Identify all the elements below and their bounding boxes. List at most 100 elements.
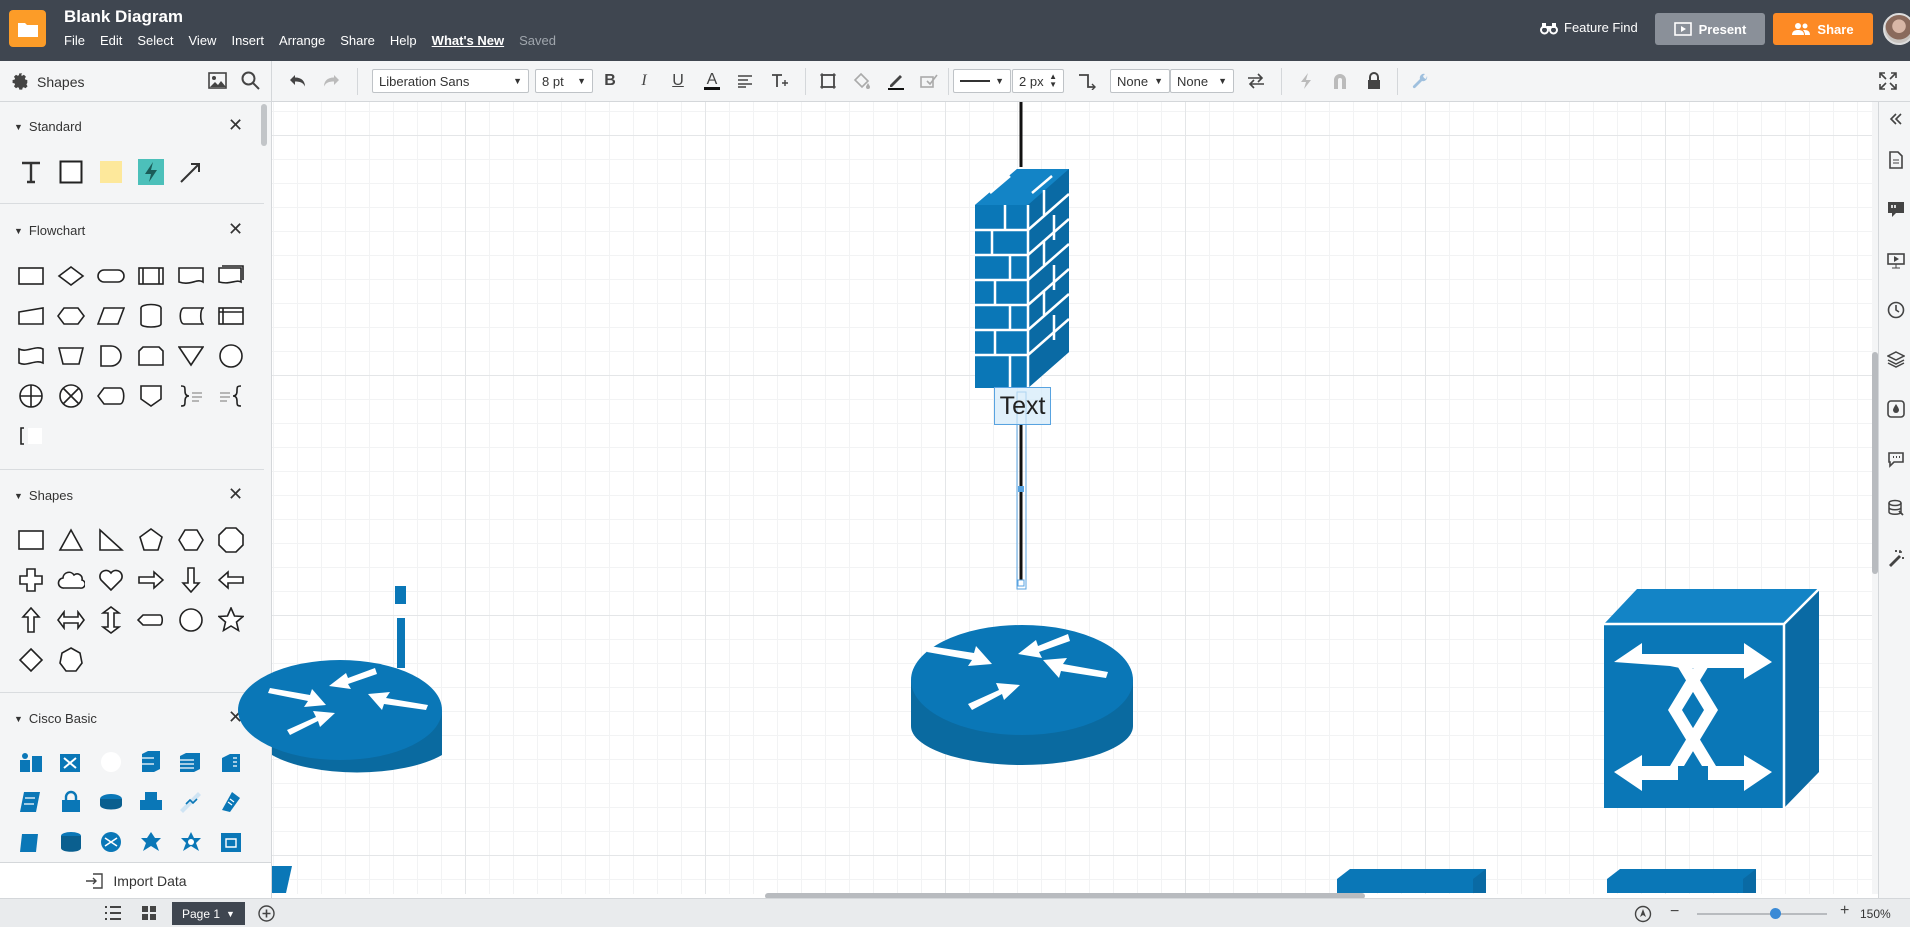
annotation-brace-right-shape[interactable] bbox=[177, 382, 205, 410]
lightning-icon[interactable] bbox=[1294, 69, 1318, 93]
annotation-bracket-shape[interactable] bbox=[17, 422, 45, 450]
menu-insert[interactable]: Insert bbox=[231, 33, 264, 48]
menu-arrange[interactable]: Arrange bbox=[279, 33, 325, 48]
cisco-phone-shape[interactable] bbox=[217, 788, 245, 816]
bold-icon[interactable]: B bbox=[599, 69, 621, 93]
panel-scrollbar[interactable] bbox=[261, 104, 267, 146]
cisco-router-round-shape[interactable] bbox=[97, 828, 125, 856]
menu-view[interactable]: View bbox=[189, 33, 217, 48]
zoom-in-icon[interactable]: + bbox=[1840, 902, 1849, 920]
import-data-button[interactable]: Import Data bbox=[0, 862, 271, 898]
cisco-lock-shape[interactable] bbox=[57, 788, 85, 816]
line-shape-icon[interactable] bbox=[1075, 69, 1099, 93]
presentation-icon[interactable] bbox=[1886, 250, 1906, 270]
close-icon[interactable]: ✕ bbox=[228, 115, 243, 136]
close-icon[interactable]: ✕ bbox=[228, 219, 243, 240]
heart-shape[interactable] bbox=[97, 566, 125, 594]
user-avatar[interactable] bbox=[1883, 13, 1910, 45]
cisco-workgroup-shape[interactable] bbox=[17, 748, 45, 776]
cisco-stacked-server-shape[interactable] bbox=[177, 748, 205, 776]
search-icon[interactable] bbox=[241, 71, 260, 90]
star-shape[interactable] bbox=[217, 606, 245, 634]
delay-shape[interactable] bbox=[97, 342, 125, 370]
cisco-switch-shape[interactable] bbox=[57, 748, 85, 776]
cisco-file-server-shape[interactable] bbox=[17, 788, 45, 816]
rectangle-shape[interactable] bbox=[57, 158, 85, 186]
data-linking-icon[interactable] bbox=[1886, 498, 1906, 518]
diagram-canvas[interactable] bbox=[272, 102, 1872, 894]
arrow-start-select[interactable]: None ▼ bbox=[1110, 69, 1170, 93]
menu-select[interactable]: Select bbox=[137, 33, 173, 48]
line-color-icon[interactable] bbox=[884, 69, 908, 93]
redo-icon[interactable] bbox=[320, 69, 342, 93]
cisco-wireless-link-shape[interactable] bbox=[177, 788, 205, 816]
heptagon-shape[interactable] bbox=[57, 646, 85, 674]
arrow-line-shape[interactable] bbox=[177, 158, 205, 186]
preparation-shape[interactable] bbox=[57, 302, 85, 330]
font-size-select[interactable]: 8 pt ▼ bbox=[535, 69, 593, 93]
cisco-atm-switch-shape[interactable] bbox=[137, 828, 165, 856]
cisco-printer-shape[interactable] bbox=[137, 788, 165, 816]
cisco-hub-shape[interactable] bbox=[177, 828, 205, 856]
menu-whats-new[interactable]: What's New bbox=[432, 33, 504, 48]
document-title[interactable]: Blank Diagram bbox=[64, 7, 183, 27]
decision-shape[interactable] bbox=[57, 262, 85, 290]
comment-icon[interactable] bbox=[1886, 449, 1906, 469]
right-triangle-shape[interactable] bbox=[97, 526, 125, 554]
document-shape[interactable] bbox=[177, 262, 205, 290]
page-tab[interactable]: Page 1 ▼ bbox=[172, 902, 245, 925]
connector-shape[interactable] bbox=[217, 342, 245, 370]
hexagon-shape[interactable] bbox=[177, 526, 205, 554]
list-view-icon[interactable] bbox=[104, 905, 122, 924]
cross-shape[interactable] bbox=[17, 566, 45, 594]
page-settings-icon[interactable] bbox=[1886, 150, 1906, 170]
zoom-slider[interactable] bbox=[1697, 913, 1827, 915]
arrow-up-shape[interactable] bbox=[17, 606, 45, 634]
cloud-shape[interactable] bbox=[57, 566, 85, 594]
octagon-shape[interactable] bbox=[217, 526, 245, 554]
feature-find-button[interactable]: Feature Find bbox=[1540, 20, 1638, 35]
menu-edit[interactable]: Edit bbox=[100, 33, 122, 48]
image-icon[interactable] bbox=[208, 72, 227, 89]
circle-shape[interactable] bbox=[177, 606, 205, 634]
display-shape[interactable] bbox=[97, 382, 125, 410]
arrow-right-shape[interactable] bbox=[137, 566, 165, 594]
manual-operation-shape[interactable] bbox=[57, 342, 85, 370]
shape-data-icon[interactable] bbox=[1886, 399, 1906, 419]
line-style-select[interactable]: ▼ bbox=[953, 69, 1011, 93]
layers-icon[interactable] bbox=[1886, 349, 1906, 369]
text-options-icon[interactable] bbox=[767, 69, 793, 93]
add-page-icon[interactable] bbox=[258, 905, 275, 925]
loop-limit-shape[interactable] bbox=[137, 342, 165, 370]
predefined-process-shape[interactable] bbox=[137, 262, 165, 290]
section-header-standard[interactable]: ▼ Standard bbox=[14, 119, 82, 134]
menu-help[interactable]: Help bbox=[390, 33, 417, 48]
annotation-brace-left-shape[interactable] bbox=[217, 382, 245, 410]
square-shape[interactable] bbox=[17, 526, 45, 554]
action-shape[interactable] bbox=[137, 158, 165, 186]
navigation-icon[interactable] bbox=[1634, 905, 1652, 926]
wrench-icon[interactable] bbox=[1408, 69, 1432, 93]
share-button[interactable]: Share bbox=[1773, 13, 1873, 45]
documents-folder-icon[interactable] bbox=[9, 10, 46, 47]
paper-tape-shape[interactable] bbox=[17, 342, 45, 370]
magic-wand-icon[interactable] bbox=[1886, 548, 1906, 568]
section-header-shapes[interactable]: ▼ Shapes bbox=[14, 488, 73, 503]
fill-color-icon[interactable] bbox=[850, 69, 874, 93]
zoom-level[interactable]: 150% bbox=[1860, 907, 1891, 921]
underline-icon[interactable]: U bbox=[667, 69, 689, 93]
font-family-select[interactable]: Liberation Sans ▼ bbox=[372, 69, 529, 93]
collapse-panel-icon[interactable] bbox=[1886, 109, 1906, 129]
off-page-link-shape[interactable] bbox=[137, 382, 165, 410]
text-label-editing[interactable]: Text bbox=[994, 387, 1051, 425]
swap-arrows-icon[interactable] bbox=[1244, 69, 1268, 93]
cisco-router-mini-shape[interactable] bbox=[97, 788, 125, 816]
cisco-access-point-shape[interactable] bbox=[217, 828, 245, 856]
zoom-slider-knob[interactable] bbox=[1770, 908, 1781, 919]
internal-storage-shape[interactable] bbox=[217, 302, 245, 330]
manual-input-shape[interactable] bbox=[17, 302, 45, 330]
clock-icon[interactable] bbox=[1886, 300, 1906, 320]
diamond-shape[interactable] bbox=[17, 646, 45, 674]
align-left-icon[interactable] bbox=[734, 69, 756, 93]
cisco-cloud-shape[interactable] bbox=[97, 748, 125, 776]
